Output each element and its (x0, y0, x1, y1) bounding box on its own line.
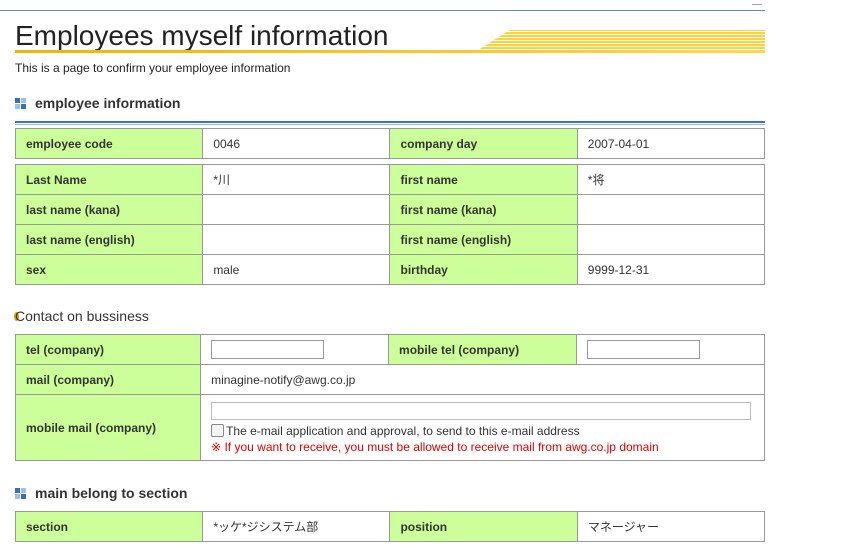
mobile-tel-company-cell (576, 334, 765, 365)
contact-table: tel (company) mobile tel (company) mail … (14, 334, 765, 461)
last-name-english-label: last name (english) (14, 224, 204, 255)
table-row: employee code 0046 company day 2007-04-0… (14, 128, 766, 159)
last-name-value: *川 (202, 164, 391, 195)
table-row: last name (english) first name (english) (14, 224, 766, 255)
mobile-tel-company-label: mobile tel (company) (388, 334, 577, 365)
top-border-line (0, 10, 765, 11)
table-row: mail (company) minagine-notify@awg.co.jp (14, 364, 765, 395)
last-name-label: Last Name (14, 164, 204, 195)
corner-decoration (752, 0, 762, 5)
mail-company-label: mail (company) (14, 364, 202, 395)
mobile-mail-company-label: mobile mail (company) (14, 394, 202, 461)
mail-company-value: minagine-notify@awg.co.jp (200, 364, 765, 395)
approval-checkbox[interactable] (211, 424, 225, 437)
section-bullet-icon (15, 487, 26, 499)
company-day-value: 2007-04-01 (576, 128, 766, 159)
section-heading-main-belong: main belong to section (15, 485, 187, 501)
last-name-kana-value (202, 194, 391, 225)
first-name-english-label: first name (english) (389, 224, 578, 255)
mobile-mail-company-cell: The e-mail application and approval, to … (200, 394, 765, 461)
page-subtitle: This is a page to confirm your employee … (15, 61, 291, 75)
company-day-label: company day (389, 128, 578, 159)
section-heading-label: main belong to section (35, 485, 188, 501)
table-row: mobile mail (company) The e-mail applica… (14, 394, 765, 461)
name-info-table: Last Name *川 first name *将 last name (ka… (14, 164, 766, 285)
table-row: Last Name *川 first name *将 (14, 164, 766, 195)
title-underline (15, 50, 765, 53)
section-divider-light (15, 124, 765, 125)
section-heading-contact: Contact on bussiness (15, 308, 149, 324)
birthday-value: 9999-12-31 (576, 254, 766, 285)
last-name-english-value (202, 224, 391, 255)
table-row: tel (company) mobile tel (company) (14, 334, 765, 365)
tel-company-label: tel (company) (14, 334, 202, 365)
page-header: Employees myself information (15, 18, 765, 54)
mobile-mail-company-input[interactable] (211, 401, 752, 420)
section-bullet-icon (15, 97, 26, 109)
sex-value: male (202, 254, 391, 285)
section-value: *ッケ*ジシステム部 (202, 511, 391, 542)
table-row: section *ッケ*ジシステム部 position マネージャー (14, 511, 766, 542)
employee-code-label: employee code (14, 128, 204, 159)
last-name-kana-label: last name (kana) (14, 194, 204, 225)
approval-checkbox-row: The e-mail application and approval, to … (211, 424, 754, 438)
first-name-kana-value (576, 194, 766, 225)
tel-company-input[interactable] (211, 340, 325, 359)
table-row: sex male birthday 9999-12-31 (14, 254, 766, 285)
section-heading-employee-info: employee information (15, 95, 180, 111)
header-stripe-decoration (475, 30, 765, 52)
employee-code-table: employee code 0046 company day 2007-04-0… (14, 128, 766, 159)
section-heading-label: employee information (35, 95, 181, 111)
tel-company-cell (200, 334, 390, 365)
belong-section-table: section *ッケ*ジシステム部 position マネージャー (14, 511, 766, 542)
position-value: マネージャー (576, 511, 766, 542)
first-name-kana-label: first name (kana) (389, 194, 578, 225)
first-name-english-value (576, 224, 766, 255)
table-row: last name (kana) first name (kana) (14, 194, 766, 225)
page-title: Employees myself information (15, 20, 389, 51)
section-divider (15, 121, 765, 123)
mail-domain-warning: ※ If you want to receive, you must be al… (211, 439, 659, 454)
first-name-label: first name (389, 164, 578, 195)
section-label: section (14, 511, 204, 542)
mobile-tel-company-input[interactable] (587, 340, 700, 359)
sex-label: sex (14, 254, 204, 285)
employee-code-value: 0046 (202, 128, 391, 159)
birthday-label: birthday (389, 254, 578, 285)
first-name-value: *将 (576, 164, 766, 195)
approval-checkbox-label: The e-mail application and approval, to … (226, 423, 580, 438)
position-label: position (389, 511, 578, 542)
